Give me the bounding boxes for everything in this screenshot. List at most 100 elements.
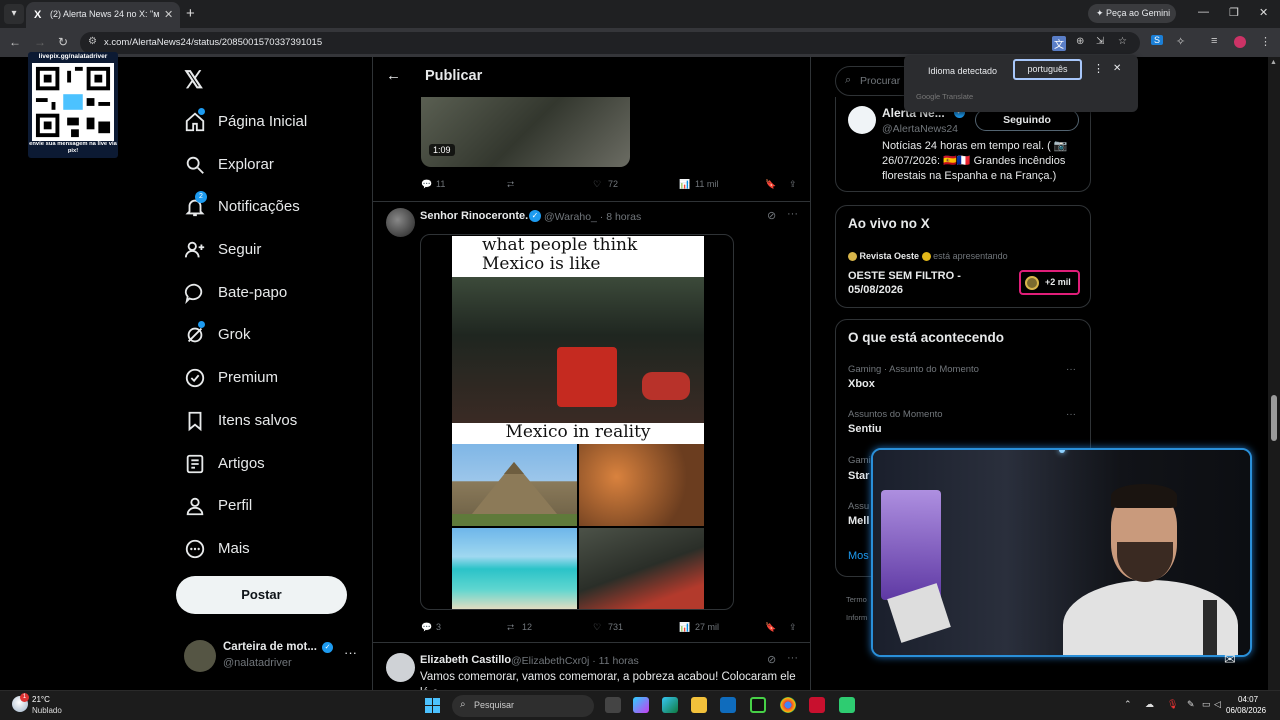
volume-icon[interactable]: ◁ [1214, 699, 1221, 710]
bookmark-icon[interactable]: 🔖 [765, 622, 776, 633]
live-host[interactable]: Revista Oeste está apresentando [848, 251, 1008, 262]
copilot-icon[interactable] [633, 697, 649, 713]
pen-icon[interactable]: ✎ [1187, 699, 1195, 710]
post-button[interactable]: Postar [176, 576, 347, 614]
translate-detected-tab[interactable]: Idioma detectado [928, 66, 997, 76]
avatar[interactable] [848, 106, 876, 134]
account-more-icon[interactable]: ··· [344, 645, 357, 660]
translate-close-icon[interactable]: ✕ [1113, 63, 1121, 74]
show-more-link[interactable]: Mos [848, 550, 869, 562]
share-icon[interactable]: ⇪ [789, 179, 797, 190]
reading-list-icon[interactable]: ≡ [1211, 35, 1217, 47]
reply-icon[interactable]: 💬 [421, 622, 432, 633]
account-card-handle[interactable]: @AlertaNews24 [882, 123, 958, 135]
tray-overflow-icon[interactable]: ⌃ [1124, 699, 1132, 710]
retweet-icon[interactable]: ⮂ [507, 179, 514, 190]
nav-more[interactable]: Mais [184, 535, 364, 565]
chrome-icon[interactable] [780, 697, 796, 713]
extension-s-icon[interactable]: S [1151, 35, 1164, 45]
minimize-icon[interactable]: — [1198, 6, 1209, 18]
views-icon[interactable]: 📊 [679, 622, 690, 633]
task-view-icon[interactable] [605, 697, 621, 713]
translate-options-icon[interactable]: ⋮ [1093, 62, 1104, 75]
nav-profile[interactable]: Perfil [184, 492, 364, 522]
install-icon[interactable]: ⇲ [1096, 36, 1104, 47]
clock-date[interactable]: 06/08/2026 [1226, 706, 1266, 715]
reload-icon[interactable]: ↻ [58, 35, 68, 49]
views-icon[interactable]: 📊 [679, 179, 690, 190]
nav-grok[interactable]: Grok [184, 321, 364, 351]
maximize-icon[interactable]: ❐ [1229, 6, 1239, 19]
tweet-more-icon[interactable]: ··· [787, 208, 798, 220]
nav-chat[interactable]: Bate-papo [184, 279, 364, 309]
retweet-icon[interactable]: ⮂ [507, 622, 514, 633]
edge-icon[interactable] [662, 697, 678, 713]
file-explorer-icon[interactable] [691, 697, 707, 713]
extensions-icon[interactable]: ✧ [1176, 35, 1185, 48]
previous-post-video[interactable]: 1:09 [421, 97, 630, 167]
tweet-more-icon[interactable]: ··· [787, 652, 798, 664]
taskbar-search[interactable]: ⌕ Pesquisar [452, 695, 594, 717]
gemini-button[interactable]: ✦ Peça ao Gemini [1088, 4, 1176, 23]
trend-name[interactable]: Xbox [848, 378, 875, 390]
tweet-handle-time[interactable]: @Waraho_ · 8 horas [544, 211, 641, 223]
scroll-up-icon[interactable]: ▲ [1270, 59, 1277, 66]
footer-link-info[interactable]: Inform [846, 609, 867, 627]
tweet-media[interactable]: what people think Mexico is like Mexico … [420, 234, 734, 610]
avatar[interactable] [386, 208, 415, 237]
nav-home[interactable]: Página Inicial [184, 108, 364, 138]
like-icon[interactable]: ♡ [593, 179, 601, 190]
tab-search-button[interactable]: ▾ [4, 4, 24, 24]
address-bar[interactable]: ⚙ x.com/AlertaNews24/status/208500157033… [80, 32, 1140, 54]
browser-tab[interactable]: X (2) Alerta News 24 no X: "мк | C ✕ [26, 2, 180, 28]
profile-avatar-icon[interactable] [1234, 36, 1246, 48]
url-text[interactable]: x.com/AlertaNews24/status/20850015703373… [104, 37, 322, 48]
app-red-icon[interactable] [809, 697, 825, 713]
trend-name[interactable]: Sentiu [848, 423, 882, 435]
nav-notifications[interactable]: 2 Notificações [184, 191, 364, 223]
bookmark-icon[interactable]: 🔖 [765, 179, 776, 190]
site-info-icon[interactable]: ⚙ [88, 36, 97, 47]
forward-icon[interactable]: → [34, 35, 46, 49]
scrollbar-thumb[interactable] [1271, 395, 1277, 441]
grok-explain-icon[interactable]: ⊘ [767, 209, 776, 222]
footer-link-terms[interactable]: Termo [846, 591, 867, 609]
tab-close-icon[interactable]: ✕ [164, 8, 173, 21]
weather-condition[interactable]: Nublado [32, 706, 62, 715]
grok-explain-icon[interactable]: ⊘ [767, 653, 776, 666]
scrollbar[interactable]: ▲ [1268, 57, 1280, 690]
microphone-icon[interactable]: 🎙 [1167, 699, 1178, 710]
chrome-menu-icon[interactable]: ⋮ [1260, 35, 1271, 48]
nav-bookmarks[interactable]: Itens salvos [184, 407, 364, 437]
zoom-icon[interactable]: ⊕ [1076, 36, 1084, 47]
tweet-author-name[interactable]: Elizabeth Castillo [420, 654, 511, 666]
reply-icon[interactable]: 💬 [421, 179, 432, 190]
back-icon[interactable]: ← [9, 35, 21, 49]
live-listener-count[interactable]: +2 mil [1019, 270, 1080, 295]
clock-time[interactable]: 04:07 [1238, 695, 1258, 704]
nav-follow[interactable]: Seguir [184, 236, 364, 266]
trend-name[interactable]: Mell [848, 515, 869, 527]
back-arrow-icon[interactable]: ← [386, 67, 401, 84]
tweet-author-name[interactable]: Senhor Rinoceronte. [420, 210, 528, 222]
following-button[interactable]: Seguindo [975, 109, 1079, 131]
tweet-handle-time[interactable]: @ElizabethCxr0j · 11 horas [511, 655, 639, 667]
new-tab-icon[interactable]: + [186, 5, 195, 22]
store-icon[interactable] [720, 697, 736, 713]
trend-more-icon[interactable]: ··· [1066, 409, 1076, 420]
window-close-icon[interactable]: ✕ [1259, 6, 1268, 19]
avatar[interactable] [386, 653, 415, 682]
live-show-title[interactable]: OESTE SEM FILTRO - 05/08/2026 [848, 269, 1018, 297]
like-icon[interactable]: ♡ [593, 622, 601, 633]
nav-explore[interactable]: Explorar [184, 151, 364, 181]
nav-premium[interactable]: Premium [184, 364, 364, 394]
windows-start-icon[interactable] [425, 698, 441, 714]
x-logo-icon[interactable]: 𝕏 [184, 66, 203, 95]
translate-icon[interactable]: 文 [1052, 36, 1066, 51]
app-mint-icon[interactable] [839, 697, 855, 713]
display-icon[interactable]: ▭ [1202, 699, 1211, 710]
bookmark-star-icon[interactable]: ☆ [1118, 36, 1127, 47]
weather-temp[interactable]: 21°C [32, 695, 50, 704]
onedrive-icon[interactable]: ☁ [1145, 699, 1154, 710]
translate-portuguese-tab[interactable]: português [1013, 59, 1082, 80]
